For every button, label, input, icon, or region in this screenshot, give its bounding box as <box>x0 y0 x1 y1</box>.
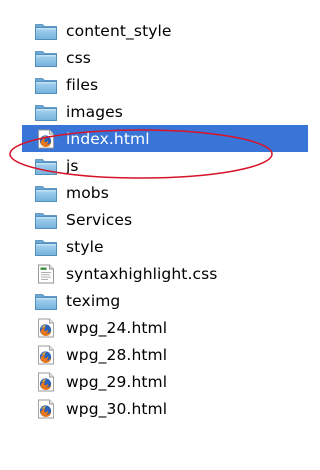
folder-icon <box>34 210 58 230</box>
folder-icon <box>34 21 58 41</box>
folder-icon <box>34 156 58 176</box>
file-name: js <box>66 156 79 175</box>
file-list: content_style css files images index.htm… <box>0 17 308 422</box>
file-row-syntaxhighlight-css[interactable]: syntaxhighlight.css <box>0 260 308 287</box>
file-name: images <box>66 102 123 121</box>
file-row-js[interactable]: js <box>0 152 308 179</box>
file-row-wpg-28-html[interactable]: wpg_28.html <box>0 341 308 368</box>
firefox-html-file-icon <box>34 129 58 149</box>
folder-icon <box>34 48 58 68</box>
file-name: syntaxhighlight.css <box>66 264 218 283</box>
file-name: style <box>66 237 104 256</box>
file-name: teximg <box>66 291 121 310</box>
file-row-wpg-24-html[interactable]: wpg_24.html <box>0 314 308 341</box>
file-row-style[interactable]: style <box>0 233 308 260</box>
folder-icon <box>34 291 58 311</box>
firefox-html-file-icon <box>34 318 58 338</box>
css-file-icon <box>34 264 58 284</box>
firefox-html-file-icon <box>34 372 58 392</box>
file-name: wpg_24.html <box>66 318 168 337</box>
file-name: mobs <box>66 183 109 202</box>
file-row-css[interactable]: css <box>0 44 308 71</box>
folder-icon <box>34 102 58 122</box>
file-row-images[interactable]: images <box>0 98 308 125</box>
folder-icon <box>34 237 58 257</box>
file-row-teximg[interactable]: teximg <box>0 287 308 314</box>
file-name: css <box>66 48 91 67</box>
file-row-wpg-29-html[interactable]: wpg_29.html <box>0 368 308 395</box>
firefox-html-file-icon <box>34 399 58 419</box>
file-row-files[interactable]: files <box>0 71 308 98</box>
file-row-content-style[interactable]: content_style <box>0 17 308 44</box>
file-name: files <box>66 75 99 94</box>
file-name: index.html <box>66 129 150 148</box>
file-name: wpg_29.html <box>66 372 168 391</box>
file-row-wpg-30-html[interactable]: wpg_30.html <box>0 395 308 422</box>
file-row-services[interactable]: Services <box>0 206 308 233</box>
file-name: content_style <box>66 21 172 40</box>
file-name: wpg_28.html <box>66 345 168 364</box>
folder-icon <box>34 183 58 203</box>
folder-icon <box>34 75 58 95</box>
file-row-index-html[interactable]: index.html <box>22 125 308 152</box>
file-row-mobs[interactable]: mobs <box>0 179 308 206</box>
file-name: wpg_30.html <box>66 399 168 418</box>
firefox-html-file-icon <box>34 345 58 365</box>
file-name: Services <box>66 210 133 229</box>
